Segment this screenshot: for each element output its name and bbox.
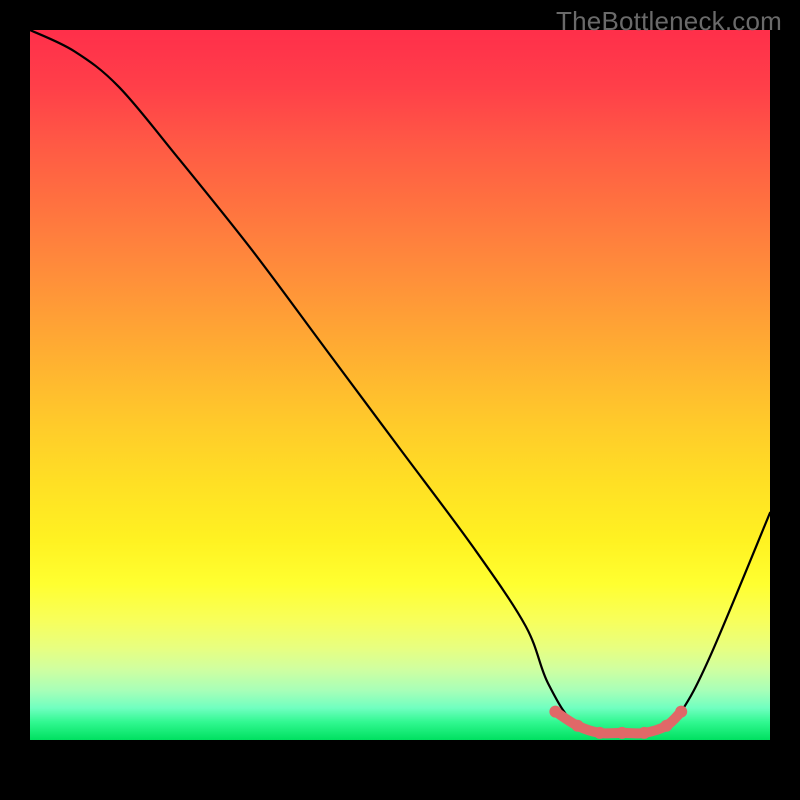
dot	[594, 727, 606, 739]
bottleneck-curve	[30, 30, 770, 735]
chart-plot-area: d	[30, 30, 770, 770]
dot: d	[549, 706, 561, 718]
dot	[638, 727, 650, 739]
dot	[675, 706, 687, 718]
chart-svg: d	[30, 30, 770, 770]
dot	[616, 727, 628, 739]
dot	[572, 720, 584, 732]
dot	[660, 720, 672, 732]
watermark-text: TheBottleneck.com	[556, 6, 782, 37]
